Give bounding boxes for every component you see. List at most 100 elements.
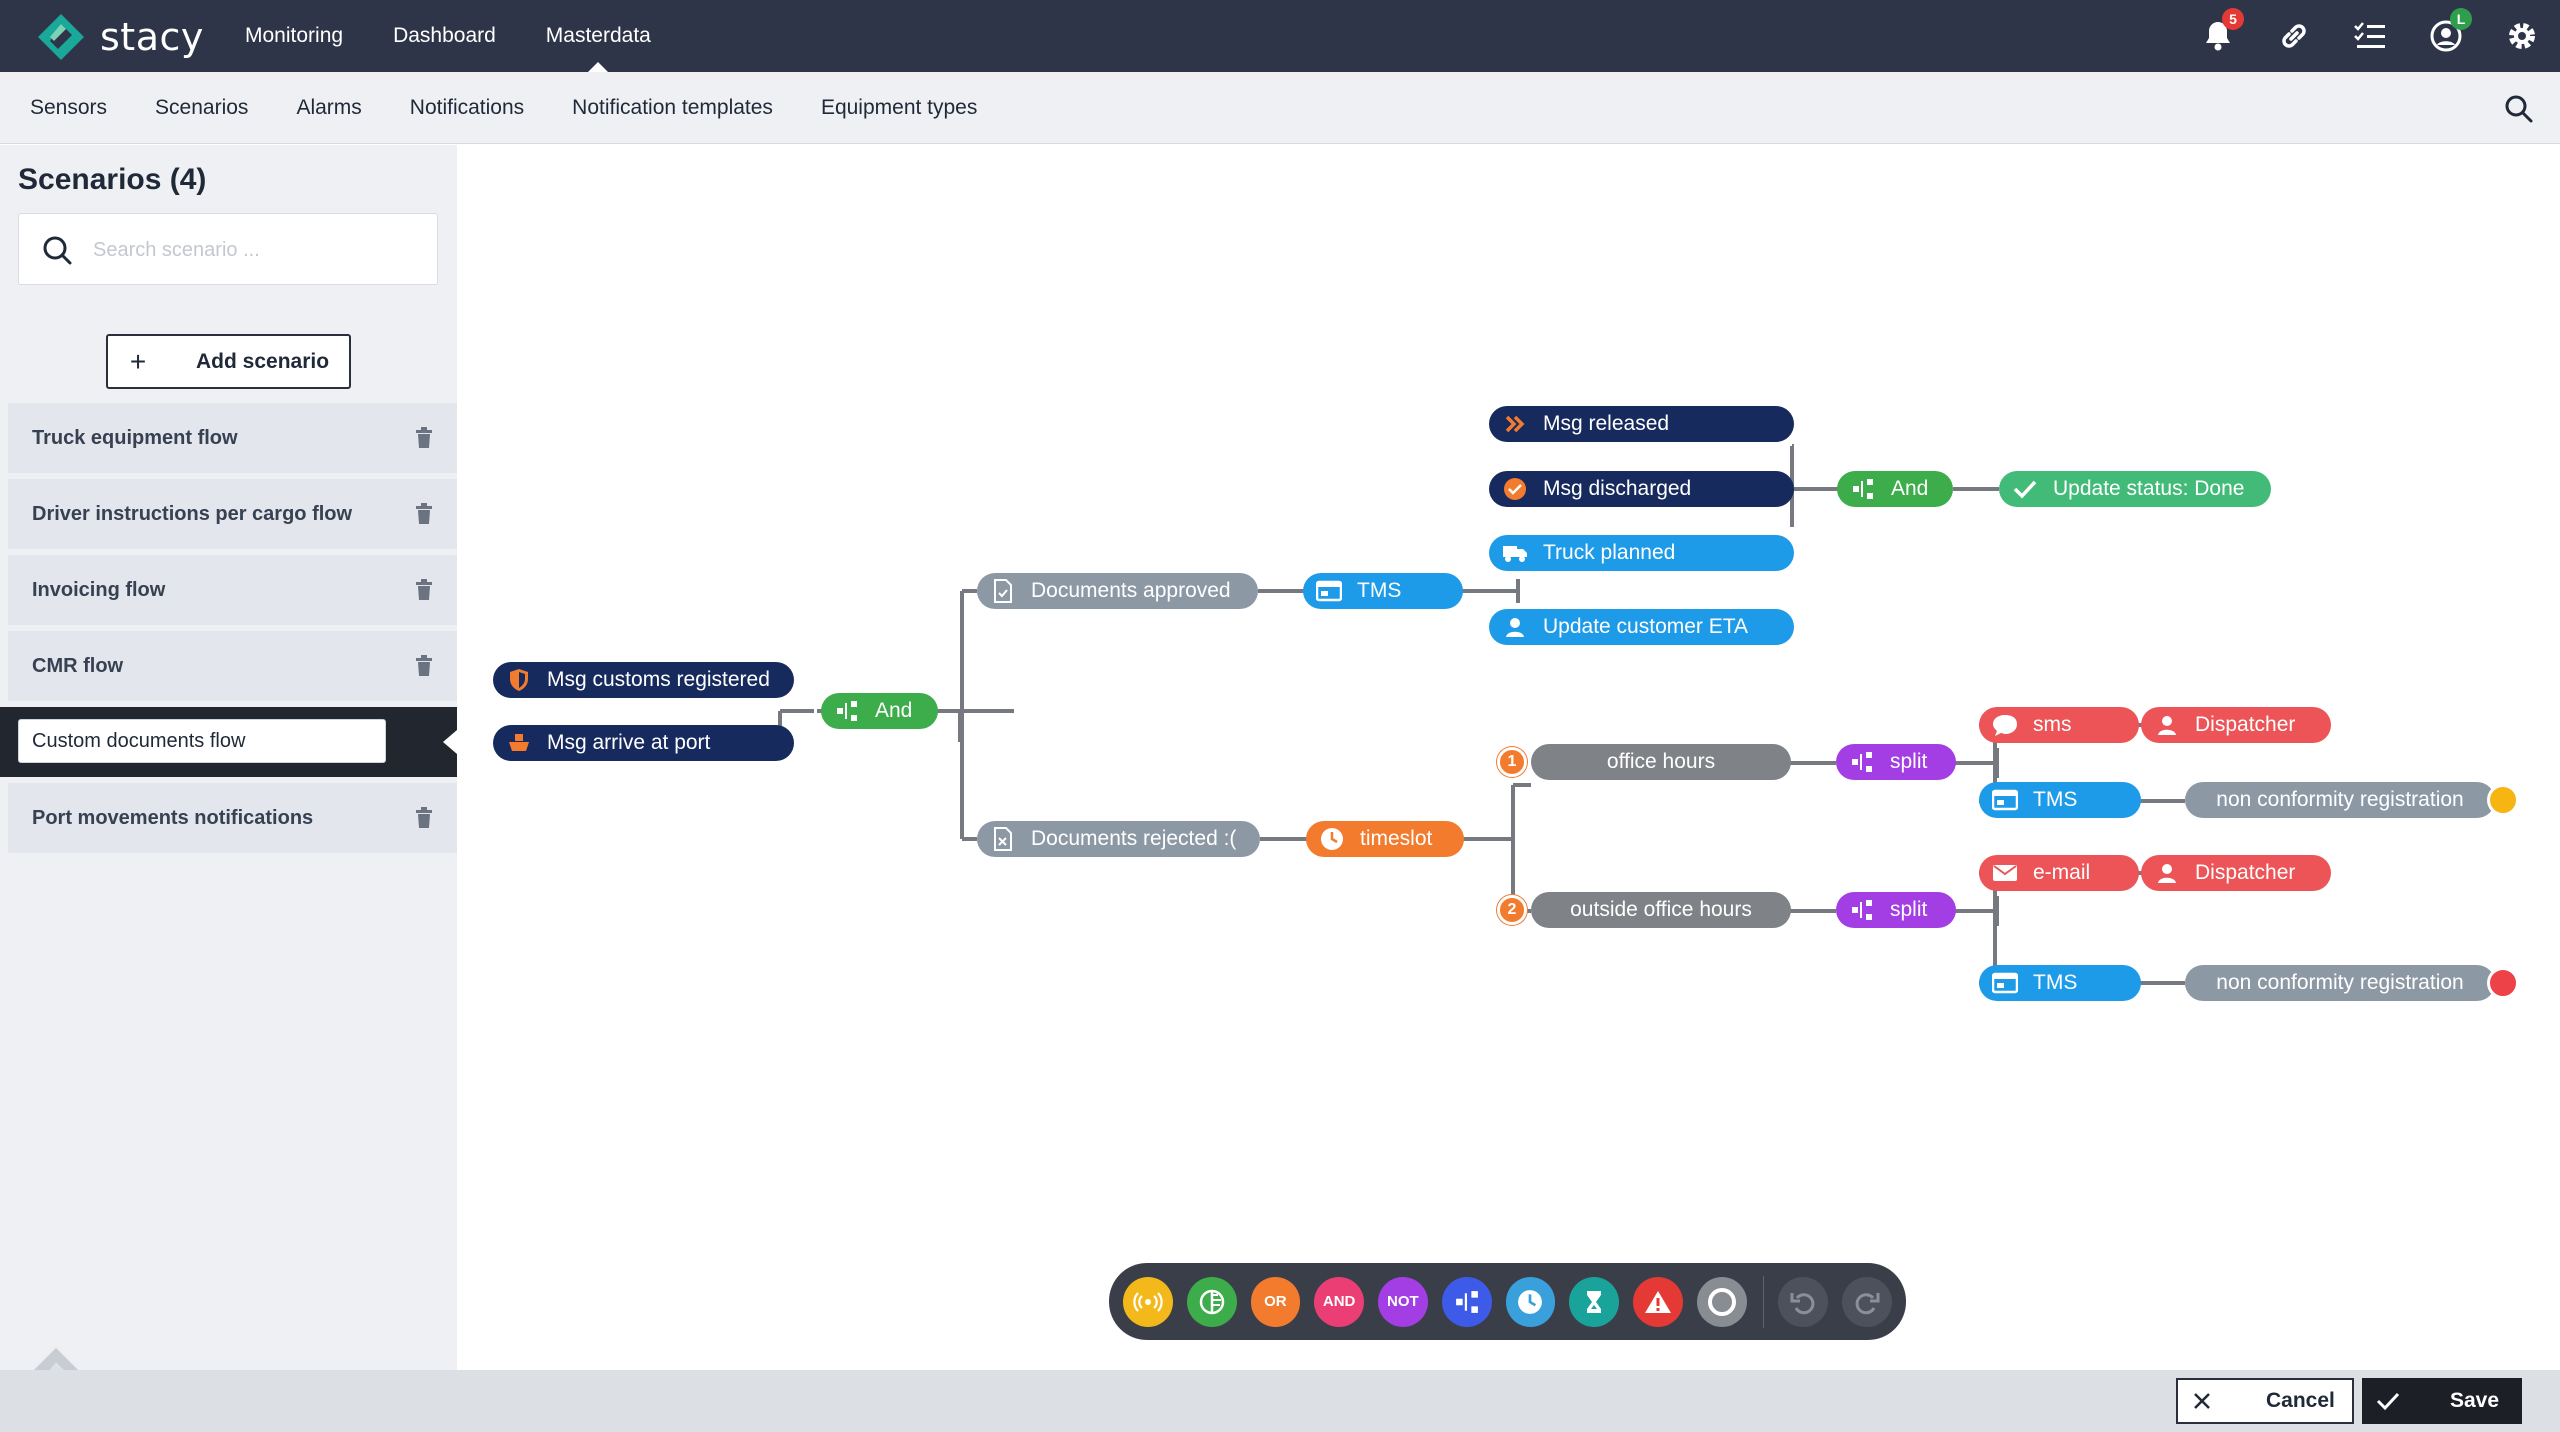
global-search-button[interactable] bbox=[2502, 92, 2536, 126]
node-documents-rejected[interactable]: Documents rejected :( bbox=[977, 821, 1260, 857]
truck-icon bbox=[1501, 539, 1529, 567]
node-email[interactable]: e-mail bbox=[1979, 855, 2139, 891]
node-update-status-done[interactable]: Update status: Done bbox=[1999, 471, 2271, 507]
scenario-item-truck-equipment-flow[interactable]: Truck equipment flow bbox=[8, 403, 457, 473]
node-non-conformity-registration-1[interactable]: non conformity registration bbox=[2185, 782, 2495, 818]
subnav-notification-templates[interactable]: Notification templates bbox=[572, 96, 773, 120]
bottom-action-bar: Cancel Save bbox=[0, 1370, 2560, 1432]
node-and-2[interactable]: And bbox=[1837, 471, 1953, 507]
timeslot-tool[interactable] bbox=[1505, 1276, 1556, 1327]
end-tool[interactable] bbox=[1696, 1276, 1747, 1327]
tms-icon bbox=[1991, 786, 2019, 814]
alarm-tool[interactable] bbox=[1633, 1276, 1683, 1327]
sms-icon bbox=[1991, 711, 2019, 739]
node-office-hours[interactable]: office hours bbox=[1531, 744, 1791, 780]
timer-tool[interactable] bbox=[1569, 1276, 1619, 1327]
node-update-customer-eta[interactable]: Update customer ETA bbox=[1489, 609, 1794, 645]
node-msg-customs-registered[interactable]: Msg customs registered bbox=[493, 662, 794, 698]
node-split-2[interactable]: split bbox=[1836, 892, 1956, 928]
node-non-conformity-registration-2[interactable]: non conformity registration bbox=[2185, 965, 2495, 1001]
node-msg-arrive-at-port[interactable]: Msg arrive at port bbox=[493, 725, 794, 761]
user-icon bbox=[2153, 711, 2181, 739]
node-msg-released[interactable]: Msg released bbox=[1489, 406, 1794, 442]
scenario-list: Truck equipment flow Driver instructions… bbox=[0, 403, 457, 859]
split-icon bbox=[1455, 1290, 1478, 1313]
notifications-button[interactable]: 5 bbox=[2180, 0, 2256, 72]
split-tool[interactable] bbox=[1441, 1276, 1492, 1327]
or-tool[interactable]: OR bbox=[1250, 1276, 1301, 1327]
add-scenario-label: Add scenario bbox=[196, 349, 330, 373]
node-truck-planned[interactable]: Truck planned bbox=[1489, 535, 1794, 571]
scenario-item-invoicing-flow[interactable]: Invoicing flow bbox=[8, 555, 457, 625]
node-sms[interactable]: sms bbox=[1979, 707, 2139, 743]
profile-badge: L bbox=[2450, 8, 2472, 30]
scenario-label: Invoicing flow bbox=[32, 579, 166, 601]
trash-icon[interactable] bbox=[415, 427, 433, 449]
node-msg-discharged[interactable]: Msg discharged bbox=[1489, 471, 1794, 507]
node-dispatcher-2[interactable]: Dispatcher bbox=[2141, 855, 2331, 891]
app-logo[interactable]: stacy bbox=[36, 12, 204, 62]
envelope-icon bbox=[1991, 859, 2019, 887]
node-and-1[interactable]: And bbox=[821, 693, 938, 729]
warning-icon bbox=[1644, 1290, 1671, 1313]
link-icon bbox=[2282, 24, 2306, 48]
tasks-button[interactable] bbox=[2332, 0, 2408, 72]
hourglass-icon bbox=[1587, 1290, 1602, 1313]
nav-masterdata[interactable]: Masterdata bbox=[546, 0, 651, 72]
scenario-item-cmr-flow[interactable]: CMR flow bbox=[8, 631, 457, 701]
scenario-label: Truck equipment flow bbox=[32, 427, 238, 449]
redo-button[interactable] bbox=[1842, 1276, 1892, 1327]
undo-button[interactable] bbox=[1778, 1276, 1829, 1327]
scenario-item-custom-documents-flow[interactable]: Custom documents flow bbox=[0, 707, 457, 777]
notification-count-badge: 5 bbox=[2222, 8, 2244, 30]
tms-icon bbox=[1991, 969, 2019, 997]
scenario-name-edit-field[interactable]: Custom documents flow bbox=[18, 719, 386, 763]
trash-icon[interactable] bbox=[415, 655, 433, 677]
sub-navigation-bar: Sensors Scenarios Alarms Notifications N… bbox=[0, 72, 2560, 144]
subnav-equipment-types[interactable]: Equipment types bbox=[821, 96, 977, 120]
document-check-icon bbox=[989, 577, 1017, 605]
node-tms-1[interactable]: TMS bbox=[1303, 573, 1463, 609]
profile-button[interactable]: L bbox=[2408, 0, 2484, 72]
scenario-canvas[interactable]: Msg customs registered Msg arrive at por… bbox=[457, 145, 2560, 1370]
user-icon bbox=[2153, 859, 2181, 887]
node-tms-2[interactable]: TMS bbox=[1979, 782, 2141, 818]
sensor-tool[interactable] bbox=[1123, 1276, 1173, 1327]
trash-icon[interactable] bbox=[415, 503, 433, 525]
palette-divider bbox=[1762, 1275, 1765, 1328]
subnav-alarms[interactable]: Alarms bbox=[296, 96, 361, 120]
links-button[interactable] bbox=[2256, 0, 2332, 72]
nav-monitoring[interactable]: Monitoring bbox=[245, 0, 343, 72]
node-dispatcher-1[interactable]: Dispatcher bbox=[2141, 707, 2331, 743]
scenario-search[interactable] bbox=[18, 213, 438, 285]
condition-tool[interactable] bbox=[1186, 1276, 1237, 1327]
scenario-item-port-movements[interactable]: Port movements notifications bbox=[8, 783, 457, 853]
scenario-label: Driver instructions per cargo flow bbox=[32, 503, 353, 525]
node-tms-3[interactable]: TMS bbox=[1979, 965, 2141, 1001]
node-documents-approved[interactable]: Documents approved bbox=[977, 573, 1258, 609]
split-icon bbox=[1849, 475, 1877, 503]
node-timeslot[interactable]: timeslot bbox=[1306, 821, 1464, 857]
condition-icon bbox=[1199, 1289, 1224, 1314]
main-nav: Monitoring Dashboard Masterdata bbox=[245, 0, 701, 72]
add-scenario-button[interactable]: + Add scenario bbox=[106, 334, 351, 389]
subnav-sensors[interactable]: Sensors bbox=[30, 96, 107, 120]
not-tool[interactable]: NOT bbox=[1378, 1276, 1428, 1327]
subnav-notifications[interactable]: Notifications bbox=[410, 96, 524, 120]
save-button[interactable]: Save bbox=[2362, 1378, 2522, 1424]
cancel-label: Cancel bbox=[2266, 1389, 2335, 1412]
trash-icon[interactable] bbox=[415, 807, 433, 829]
nav-dashboard[interactable]: Dashboard bbox=[393, 0, 496, 72]
subnav-scenarios[interactable]: Scenarios bbox=[155, 96, 248, 120]
search-icon bbox=[2505, 95, 2533, 123]
check-circle-icon bbox=[1501, 475, 1529, 503]
and-tool[interactable]: AND bbox=[1314, 1276, 1364, 1327]
node-split-1[interactable]: split bbox=[1836, 744, 1956, 780]
trash-icon[interactable] bbox=[415, 579, 433, 601]
settings-button[interactable] bbox=[2484, 0, 2560, 72]
save-label: Save bbox=[2450, 1389, 2500, 1412]
scenario-search-input[interactable] bbox=[93, 232, 413, 268]
scenario-item-driver-instructions[interactable]: Driver instructions per cargo flow bbox=[8, 479, 457, 549]
node-outside-office-hours[interactable]: outside office hours bbox=[1531, 892, 1791, 928]
cancel-button[interactable]: Cancel bbox=[2176, 1378, 2354, 1424]
